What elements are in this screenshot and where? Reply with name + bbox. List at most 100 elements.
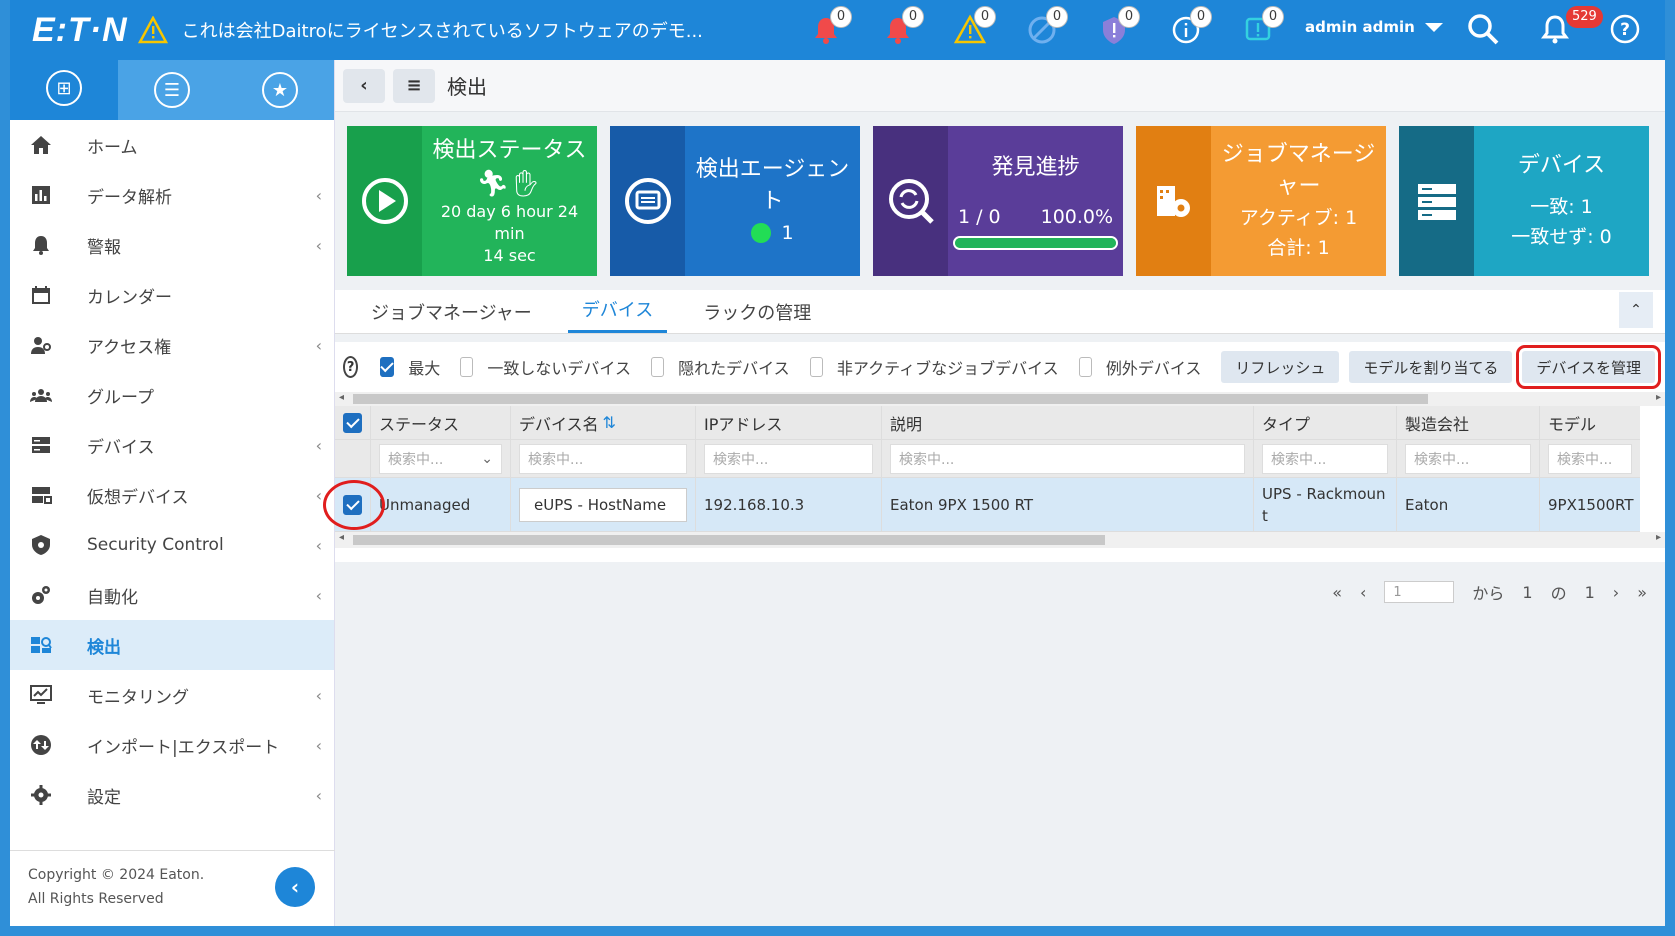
refresh-button[interactable]: リフレッシュ (1221, 351, 1340, 383)
table-row[interactable]: Unmanaged eUPS - HostName 192.168.10.3 E… (323, 478, 1665, 532)
sidebar-item-automation[interactable]: 自動化 ‹ (10, 570, 334, 620)
sidebar-item-access[interactable]: アクセス権 ‹ (10, 320, 334, 370)
collapse-panel-button[interactable]: ⌃ (1619, 292, 1653, 328)
chevron-down-icon: ⌄ (481, 450, 493, 467)
sidebar-item-alarms[interactable]: 警報 ‹ (10, 220, 334, 270)
manufacturer-search-input[interactable]: 検索中... (1405, 443, 1531, 474)
column-header-status[interactable]: ステータス (371, 406, 511, 440)
column-header-type[interactable]: タイプ (1254, 406, 1397, 440)
sidebar-item-devices[interactable]: デバイス ‹ (10, 420, 334, 470)
sidebar-item-analytics[interactable]: データ解析 ‹ (10, 170, 334, 220)
ip-search-input[interactable]: 検索中... (704, 443, 873, 474)
page-number-input[interactable]: 1 (1384, 581, 1455, 603)
sidebar: ⊞ ☰ ★ ホーム データ解析 ‹ 警報 ‹ カレンダー アクセス権 ‹ グルー… (10, 60, 335, 926)
inactive-job-devices-checkbox[interactable] (809, 357, 823, 377)
page-title: 検出 (447, 75, 487, 99)
search-icon[interactable] (1466, 12, 1500, 50)
message-alert-icon[interactable]: 0 (1222, 0, 1294, 60)
warning-alert-icon[interactable]: 0 (934, 0, 1006, 60)
eaton-logo: E:T·N (32, 10, 128, 49)
manage-devices-button[interactable]: デバイスを管理 (1516, 345, 1661, 389)
last-page-icon[interactable]: » (1637, 583, 1647, 602)
devices-table: ◂ ▸ ステータス デバイス名 ⇅ IPアドレス 説明 タイプ 製造会社 モデル (323, 392, 1665, 562)
column-header-description[interactable]: 説明 (882, 406, 1254, 440)
column-header-device-name[interactable]: デバイス名 ⇅ (511, 406, 696, 440)
bar-chart-icon (30, 184, 52, 206)
column-header-ip[interactable]: IPアドレス (696, 406, 882, 440)
type-search-input[interactable]: 検索中... (1262, 443, 1388, 474)
column-header-manufacturer[interactable]: 製造会社 (1397, 406, 1540, 440)
sidebar-item-virtual-devices[interactable]: 仮想デバイス ‹ (10, 470, 334, 520)
horizontal-scrollbar-bottom[interactable]: ◂ ▸ (335, 532, 1665, 548)
sidebar-item-settings[interactable]: 設定 ‹ (10, 770, 334, 820)
pagination: « ‹ 1 から 1 の 1 › » (1332, 580, 1647, 604)
description-search-input[interactable]: 検索中... (890, 443, 1245, 474)
users-icon (30, 384, 52, 406)
tab-apps[interactable]: ⊞ (10, 60, 118, 120)
license-banner: これは会社Daitroにライセンスされているソフトウェアのデモ... (181, 21, 703, 42)
card-title-cont: ャー (1276, 174, 1321, 199)
gears-icon (30, 584, 52, 606)
prev-page-icon[interactable]: ‹ (1360, 583, 1366, 602)
unmatched-devices-checkbox[interactable] (460, 357, 474, 377)
sidebar-item-monitoring[interactable]: モニタリング ‹ (10, 670, 334, 720)
help-icon[interactable]: ? (343, 356, 359, 378)
of-label: の (1550, 584, 1567, 603)
chevron-left-icon: ‹ (315, 685, 322, 705)
back-button[interactable]: ‹ (343, 68, 385, 103)
tab-job-manager[interactable]: ジョブマネージャー (357, 299, 546, 333)
select-all-checkbox[interactable] (343, 412, 362, 433)
assign-model-button[interactable]: モデルを割り当てる (1349, 351, 1513, 383)
collapse-sidebar-button[interactable]: ‹ (275, 867, 315, 907)
info-icon[interactable]: 0 (1150, 0, 1222, 60)
model-search-input[interactable]: 検索中... (1548, 443, 1632, 474)
alarm-bell-icon[interactable]: 0 (862, 0, 934, 60)
tab-favorites[interactable]: ★ (226, 60, 334, 120)
device-name-search-input[interactable]: 検索中... (519, 443, 687, 474)
max-checkbox[interactable] (380, 357, 395, 377)
maker-filter-cell: 検索中... (1397, 440, 1540, 478)
content-tabs: ジョブマネージャー デバイス ラックの管理 ⌃ (335, 290, 1665, 334)
column-header-model[interactable]: モデル (1540, 406, 1640, 440)
sidebar-item-home[interactable]: ホーム (10, 120, 334, 170)
shield-alert-icon[interactable]: 0 (1078, 0, 1150, 60)
user-menu[interactable]: admin admin (1305, 18, 1443, 36)
sidebar-item-discovery[interactable]: 検出 (10, 620, 334, 670)
next-page-icon[interactable]: › (1613, 583, 1619, 602)
sidebar-item-label: 検出 (87, 637, 121, 658)
gear-icon (30, 784, 52, 806)
exception-devices-label: 例外デバイス (1105, 359, 1202, 378)
device-name-field[interactable]: eUPS - HostName (519, 487, 687, 522)
chevron-left-icon: ‹ (315, 735, 322, 755)
job-manager-card[interactable]: ジョブマネージ ャー アクティブ: 1 合計: 1 (1136, 126, 1386, 276)
device-card[interactable]: デバイス 一致: 1 一致せず: 0 (1399, 126, 1649, 276)
critical-alarm-icon[interactable]: 0 (790, 0, 862, 60)
sidebar-item-groups[interactable]: グループ (10, 370, 334, 420)
notification-bell-icon[interactable]: 529 (1538, 6, 1603, 50)
help-icon[interactable]: ? (1608, 12, 1642, 50)
status-filter-select[interactable]: 検索中... ⌄ (379, 443, 502, 474)
home-icon (30, 134, 52, 156)
disabled-icon[interactable]: 0 (1006, 0, 1078, 60)
exception-devices-checkbox[interactable] (1078, 357, 1092, 377)
first-page-icon[interactable]: « (1332, 583, 1342, 602)
max-label: 最大 (408, 359, 441, 378)
menu-button[interactable]: ≡ (393, 68, 435, 103)
hidden-devices-checkbox[interactable] (650, 357, 665, 377)
sidebar-item-label: 警報 (87, 237, 121, 258)
tab-rack-management[interactable]: ラックの管理 (689, 299, 825, 333)
cell-model: 9PX1500RT (1540, 478, 1640, 532)
discovery-status-card[interactable]: 検出ステータス 🏃︎✋︎ 20 day 6 hour 24 min 14 sec (347, 126, 597, 276)
tab-devices[interactable]: デバイス (567, 296, 668, 333)
type-filter-cell: 検索中... (1254, 440, 1397, 478)
horizontal-scrollbar-top[interactable]: ◂ ▸ (335, 392, 1665, 406)
tab-list[interactable]: ☰ (118, 60, 226, 120)
sidebar-item-calendar[interactable]: カレンダー (10, 270, 334, 320)
sidebar-item-security-control[interactable]: Security Control ‹ (10, 520, 334, 570)
user-key-icon (30, 334, 52, 356)
card-title-cont: ト (761, 189, 784, 214)
sidebar-item-import-export[interactable]: インポート|エクスポート ‹ (10, 720, 334, 770)
discovery-progress-card[interactable]: 発見進捗 1 / 0 100.0% (873, 126, 1123, 276)
progress-fill (955, 238, 1116, 248)
discovery-agent-card[interactable]: 検出エージェン ト 1 (610, 126, 860, 276)
